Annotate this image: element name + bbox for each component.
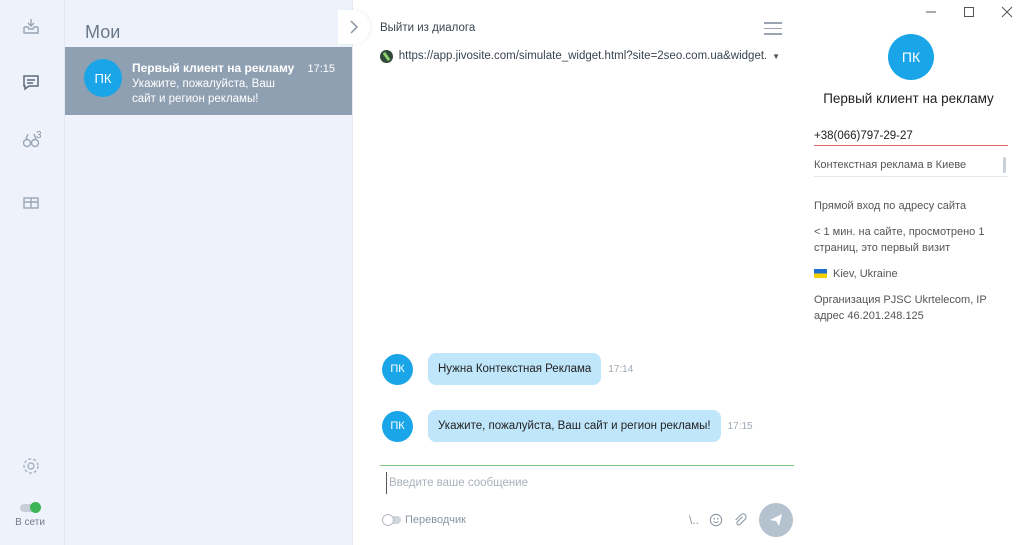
- avatar: ПК: [84, 59, 122, 97]
- close-icon[interactable]: [1000, 5, 1014, 19]
- message-input[interactable]: [386, 472, 786, 494]
- visitor-location: Kiev, Ukraine: [814, 266, 1008, 282]
- avatar: ПК: [382, 410, 413, 442]
- site-favicon-icon: [380, 49, 393, 63]
- dialog-panel: Выйти из диалога https://app.jivosite.co…: [352, 0, 800, 545]
- online-status-toggle[interactable]: [20, 502, 41, 513]
- chat-list-panel: Мои ПК Первый клиент на рекламу 17:15 Ук…: [65, 0, 352, 545]
- visitor-url: https://app.jivosite.com/simulate_widget…: [398, 50, 767, 62]
- note-field[interactable]: Контекстная реклама в Киеве: [814, 157, 1008, 177]
- visitor-organization: Организация PJSC Ukrtelecom, IP адрес 46…: [814, 294, 987, 322]
- chevron-right-icon: [350, 20, 359, 34]
- message-bubble: Укажите, пожалуйста, Ваш сайт и регион р…: [428, 410, 721, 442]
- shortcuts-icon[interactable]: \..: [686, 512, 702, 528]
- archive-icon[interactable]: [20, 191, 42, 213]
- chat-item-preview: Укажите, пожалуйста, Ваш сайт и регион р…: [132, 78, 275, 105]
- minimize-icon[interactable]: [924, 5, 938, 19]
- chat-item-name: Первый клиент на рекламу: [132, 61, 295, 75]
- inbox-icon[interactable]: [20, 15, 42, 37]
- online-status-label: В сети: [15, 517, 45, 528]
- ukraine-flag-icon: [814, 269, 827, 278]
- icon-rail: 3 В сети: [0, 0, 65, 545]
- exit-dialog-link[interactable]: Выйти из диалога: [380, 22, 475, 34]
- chat-item-time: 17:15: [307, 63, 335, 75]
- maximize-icon[interactable]: [962, 5, 976, 19]
- message: ПК Укажите, пожалуйста, Ваш сайт и регио…: [382, 410, 753, 442]
- avatar: ПК: [888, 34, 934, 80]
- send-icon: [770, 514, 782, 526]
- visit-source: Прямой вход по адресу сайта: [814, 200, 967, 212]
- location-text: Kiev, Ukraine: [833, 268, 898, 280]
- message-time: 17:14: [608, 363, 634, 375]
- chat-list-item[interactable]: ПК Первый клиент на рекламу 17:15 Укажит…: [65, 47, 352, 115]
- note-scrollbar[interactable]: [1003, 157, 1006, 173]
- message-bubble: Нужна Контекстная Реклама: [428, 353, 602, 385]
- visitor-info-panel: ПК Первый клиент на рекламу Контекстная …: [800, 0, 1024, 545]
- avatar: ПК: [382, 353, 413, 385]
- chat-list-title: Мои: [85, 22, 121, 42]
- note-text: Контекстная реклама в Киеве: [814, 159, 967, 171]
- translator-label: Переводчик: [405, 514, 466, 526]
- translator-toggle[interactable]: Переводчик: [382, 514, 466, 526]
- attach-icon[interactable]: [732, 512, 748, 528]
- hamburger-menu-icon[interactable]: [764, 22, 782, 36]
- online-status-dot: [30, 502, 41, 513]
- visit-info: < 1 мин. на сайте, просмотрено 1 страниц…: [814, 226, 985, 254]
- visitor-name: Первый клиент на рекламу: [823, 91, 994, 106]
- send-button[interactable]: [759, 503, 793, 537]
- emoji-icon[interactable]: [708, 512, 724, 528]
- message: ПК Нужна Контекстная Реклама 17:14: [382, 353, 633, 385]
- visitors-count-badge: 3: [36, 130, 42, 141]
- chat-icon[interactable]: [20, 72, 42, 94]
- phone-field[interactable]: [814, 126, 1008, 146]
- toggle-switch: [382, 514, 401, 526]
- input-divider: [380, 465, 794, 466]
- visitor-url-dropdown[interactable]: https://app.jivosite.com/simulate_widget…: [380, 48, 780, 64]
- chevron-down-icon: ▼: [772, 51, 780, 61]
- message-time: 17:15: [727, 420, 753, 432]
- settings-icon[interactable]: [20, 455, 42, 477]
